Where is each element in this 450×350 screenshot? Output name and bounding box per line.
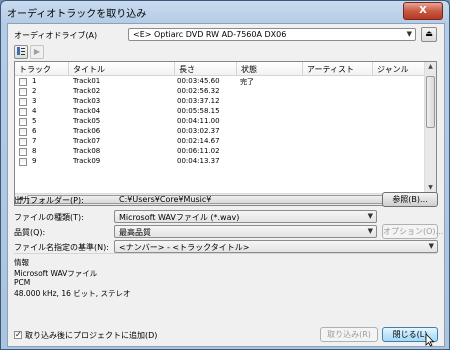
chevron-down-icon: ▼ bbox=[367, 212, 373, 220]
track-list[interactable]: トラック タイトル 長さ 状態 アーティスト ジャンル 1 Track01 00:0… bbox=[14, 61, 437, 206]
format-info-panel: 情報 Microsoft WAVファイル PCM 48.000 kHz, 16 … bbox=[14, 253, 437, 311]
column-header-length[interactable]: 長さ bbox=[175, 62, 237, 76]
track-length: 00:04:13.37 bbox=[177, 157, 220, 165]
info-heading: 情報 bbox=[14, 258, 29, 267]
chevron-down-icon: ▼ bbox=[406, 30, 412, 38]
column-header-title[interactable]: タイトル bbox=[69, 62, 175, 76]
file-naming-label: ファイル名指定の基準(N): bbox=[14, 243, 109, 252]
track-row[interactable]: 3 Track03 00:03:37.12 bbox=[15, 97, 425, 107]
import-button[interactable]: 取り込み(R) bbox=[320, 327, 378, 342]
track-checkbox[interactable] bbox=[19, 88, 27, 96]
track-checkbox[interactable] bbox=[19, 78, 27, 86]
track-row[interactable]: 5 Track05 00:04:11.00 bbox=[15, 117, 425, 127]
column-header-track[interactable]: トラック bbox=[15, 62, 69, 76]
track-number: 9 bbox=[32, 157, 37, 165]
track-status: 完了 bbox=[240, 78, 254, 86]
track-length: 00:02:56.32 bbox=[177, 87, 220, 95]
dialog-client-area: オーディオドライブ(A) <E> Optiarc DVD RW AD-7560A… bbox=[7, 23, 445, 347]
quality-value: 最高品質 bbox=[119, 228, 151, 237]
eject-button[interactable]: ⏏ bbox=[421, 27, 437, 42]
track-checkbox[interactable] bbox=[19, 108, 27, 116]
select-tracks-button[interactable] bbox=[14, 45, 28, 59]
track-length: 00:06:11.02 bbox=[177, 147, 220, 155]
track-row[interactable]: 9 Track09 00:04:13.37 bbox=[15, 157, 425, 167]
track-title: Track01 bbox=[73, 77, 101, 85]
track-checkbox[interactable] bbox=[19, 128, 27, 136]
track-checkbox[interactable] bbox=[19, 148, 27, 156]
track-title: Track04 bbox=[73, 107, 101, 115]
play-icon: ▶ bbox=[33, 47, 41, 56]
import-audio-tracks-window: オーディオトラックを取り込み X オーディオドライブ(A) <E> Optiar… bbox=[0, 0, 450, 350]
info-codec: PCM bbox=[14, 278, 31, 287]
browse-button[interactable]: 参照(B)... bbox=[382, 192, 438, 207]
output-folder-label: 出力フォルダー(P): bbox=[14, 196, 84, 205]
track-number: 7 bbox=[32, 137, 37, 145]
quality-label: 品質(Q): bbox=[14, 228, 46, 237]
track-length: 00:03:45.60 bbox=[177, 77, 220, 85]
column-header-status[interactable]: 状態 bbox=[237, 62, 303, 76]
add-to-project-checkbox[interactable] bbox=[14, 330, 22, 339]
file-type-label: ファイルの種類(T): bbox=[14, 213, 84, 222]
audio-drive-value: <E> Optiarc DVD RW AD-7560A DX06 bbox=[133, 30, 287, 39]
window-close-button[interactable]: X bbox=[403, 2, 443, 20]
column-header-artist[interactable]: アーティスト bbox=[303, 62, 373, 76]
track-length: 00:02:14.67 bbox=[177, 137, 220, 145]
track-title: Track06 bbox=[73, 127, 101, 135]
title-bar[interactable]: オーディオトラックを取り込み X bbox=[1, 1, 449, 21]
track-title: Track03 bbox=[73, 97, 101, 105]
track-checkbox[interactable] bbox=[19, 138, 27, 146]
track-title: Track02 bbox=[73, 87, 101, 95]
track-title: Track09 bbox=[73, 157, 101, 165]
file-type-select[interactable]: Microsoft WAVファイル (*.wav) ▼ bbox=[114, 210, 377, 223]
track-row[interactable]: 7 Track07 00:02:14.67 bbox=[15, 137, 425, 147]
track-number: 6 bbox=[32, 127, 37, 135]
track-checkbox[interactable] bbox=[19, 158, 27, 166]
track-checkbox[interactable] bbox=[19, 118, 27, 126]
options-button[interactable]: オプション(O)... bbox=[382, 224, 443, 239]
file-naming-select[interactable]: <ナンバー> - <トラックタイトル> ▼ bbox=[114, 240, 438, 253]
add-to-project-label[interactable]: 取り込み後にプロジェクトに追加(D) bbox=[25, 330, 157, 341]
track-number: 3 bbox=[32, 97, 37, 105]
track-row[interactable]: 4 Track04 00:05:58.15 bbox=[15, 107, 425, 117]
track-length: 00:03:02.37 bbox=[177, 127, 220, 135]
track-number: 1 bbox=[32, 77, 37, 85]
eject-icon: ⏏ bbox=[425, 29, 433, 38]
scroll-up-icon[interactable]: ▲ bbox=[425, 62, 436, 72]
chevron-down-icon: ▼ bbox=[428, 242, 434, 250]
list-select-icon bbox=[17, 47, 25, 55]
chevron-down-icon: ▼ bbox=[367, 227, 373, 235]
track-length: 00:05:58.15 bbox=[177, 107, 220, 115]
audio-drive-select[interactable]: <E> Optiarc DVD RW AD-7560A DX06 ▼ bbox=[128, 28, 416, 41]
track-number: 2 bbox=[32, 87, 37, 95]
play-button[interactable]: ▶ bbox=[30, 45, 44, 59]
track-number: 5 bbox=[32, 117, 37, 125]
mouse-cursor-icon bbox=[425, 333, 435, 347]
track-list-vertical-scrollbar[interactable]: ▲ ▼ bbox=[424, 62, 436, 193]
track-number: 8 bbox=[32, 147, 37, 155]
file-type-value: Microsoft WAVファイル (*.wav) bbox=[119, 213, 240, 222]
track-number: 4 bbox=[32, 107, 37, 115]
info-sample-rate: 48.000 kHz, 16 ビット, ステレオ bbox=[14, 289, 131, 298]
track-row[interactable]: 2 Track02 00:02:56.32 bbox=[15, 87, 425, 97]
window-title: オーディオトラックを取り込み bbox=[7, 9, 147, 20]
track-row[interactable]: 6 Track06 00:03:02.37 bbox=[15, 127, 425, 137]
file-naming-value: <ナンバー> - <トラックタイトル> bbox=[119, 243, 250, 252]
audio-drive-label: オーディオドライブ(A) bbox=[14, 31, 98, 40]
column-header-genre[interactable]: ジャンル bbox=[373, 62, 425, 76]
track-length: 00:04:11.00 bbox=[177, 117, 220, 125]
vertical-scroll-thumb[interactable] bbox=[426, 76, 435, 128]
quality-select[interactable]: 最高品質 ▼ bbox=[114, 225, 377, 238]
track-title: Track08 bbox=[73, 147, 101, 155]
horizontal-scroll-thumb[interactable] bbox=[27, 195, 412, 204]
track-row[interactable]: 8 Track08 00:06:11.02 bbox=[15, 147, 425, 157]
track-row[interactable]: 1 Track01 00:03:45.60 完了 bbox=[15, 77, 425, 87]
track-title: Track07 bbox=[73, 137, 101, 145]
track-checkbox[interactable] bbox=[19, 98, 27, 106]
output-folder-path: C:¥Users¥Core¥Music¥ bbox=[119, 195, 212, 204]
track-title: Track05 bbox=[73, 117, 101, 125]
track-length: 00:03:37.12 bbox=[177, 97, 220, 105]
